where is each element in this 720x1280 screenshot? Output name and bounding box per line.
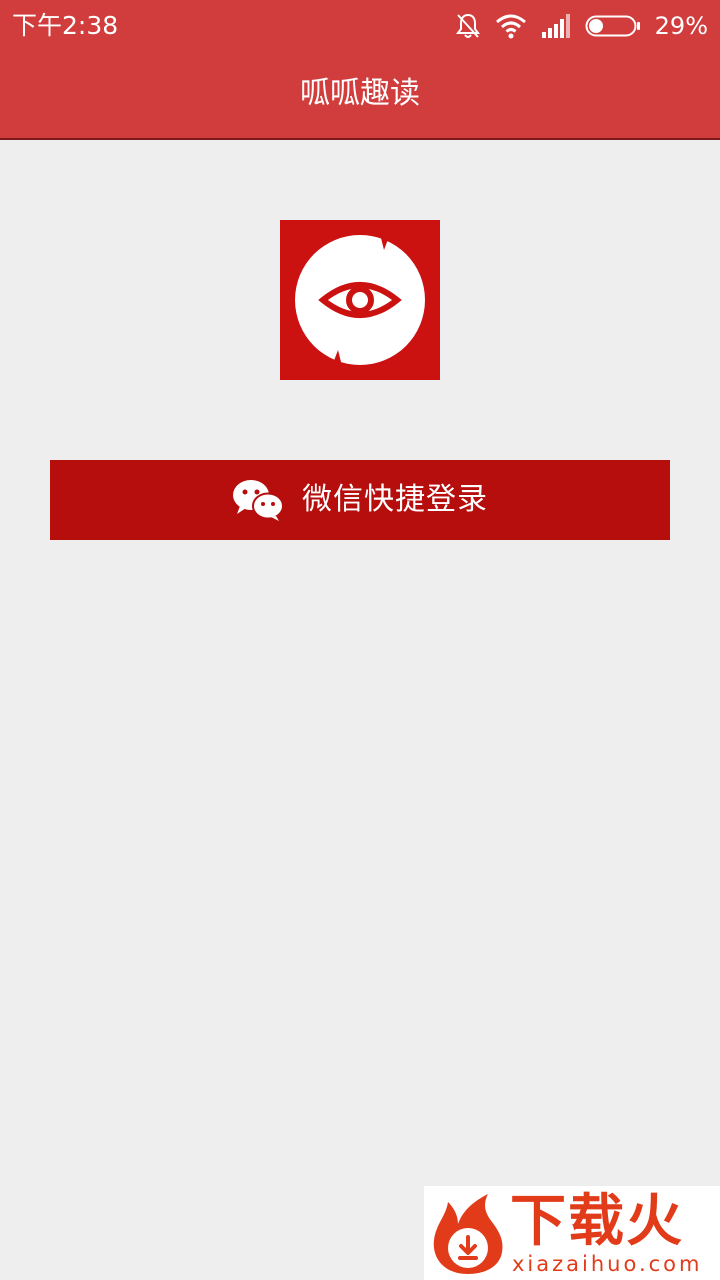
status-icons: 29%: [455, 10, 708, 42]
watermark-domain: xiazaihuo.com: [512, 1252, 703, 1276]
status-bar: 下午2:38 29%: [0, 0, 720, 52]
watermark: 下载火 xiazaihuo.com: [424, 1186, 720, 1280]
watermark-title: 下载火: [510, 1189, 684, 1254]
status-time: 下午2:38: [12, 11, 119, 40]
signal-icon: [541, 14, 571, 38]
wechat-login-button[interactable]: 微信快捷登录: [50, 460, 670, 540]
top-bar: 下午2:38 29% 呱呱趣读: [0, 0, 720, 140]
wechat-icon: [232, 479, 284, 521]
app-logo: [280, 220, 440, 380]
wifi-icon: [495, 13, 527, 39]
mute-bell-icon: [455, 12, 481, 40]
wechat-login-label: 微信快捷登录: [302, 482, 488, 517]
page-title: 呱呱趣读: [300, 76, 420, 111]
flame-download-icon: [428, 1190, 508, 1280]
battery-percent: 29%: [654, 12, 708, 40]
eye-logo-icon: [280, 220, 440, 380]
battery-icon: [585, 14, 641, 38]
